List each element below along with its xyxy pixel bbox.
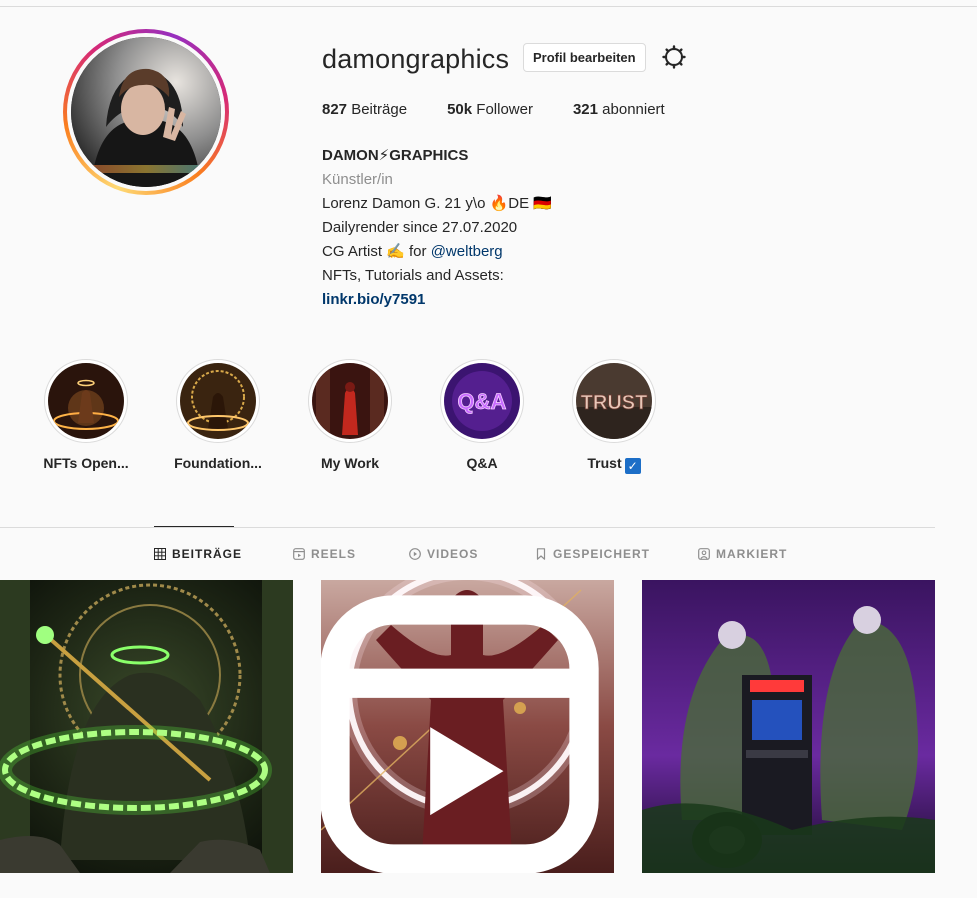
- reels-icon: [293, 548, 305, 560]
- bio-line-2: Dailyrender since 27.07.2020: [322, 219, 518, 236]
- bio-link[interactable]: linkr.bio/y7591: [322, 288, 552, 312]
- followers-label: Follower: [476, 101, 533, 118]
- highlight-qa[interactable]: Q&A Q&A: [432, 359, 532, 471]
- profile-avatar[interactable]: [63, 29, 229, 195]
- tab-saved[interactable]: GESPEICHERT: [535, 547, 650, 561]
- bookmark-icon: [536, 548, 546, 560]
- check-icon: ✓: [624, 458, 641, 474]
- highlight-image: [312, 363, 388, 439]
- tab-label: BEITRÄGE: [172, 547, 243, 561]
- highlight-label: Foundation...: [174, 455, 262, 471]
- highlight-label: Trust ✓: [564, 455, 664, 474]
- posts-label: Beiträge: [351, 101, 408, 118]
- highlight-label: NFTs Open...: [43, 455, 129, 471]
- highlight-image: Q&A: [444, 363, 520, 439]
- tagged-icon: [698, 548, 710, 560]
- bio-line-3: CG Artist ✍️ for @weltberg: [322, 240, 552, 264]
- post-thumbnail[interactable]: [0, 580, 293, 873]
- highlight-image: [180, 363, 256, 439]
- profile-stats: 827 Beiträge 50k Follower 321 abonniert: [322, 101, 705, 118]
- following-stat[interactable]: 321 abonniert: [573, 101, 665, 118]
- play-icon: [409, 548, 421, 560]
- tab-posts[interactable]: BEITRÄGE: [154, 547, 242, 561]
- avatar-image: [71, 37, 221, 187]
- highlight-image: TRUST: [576, 363, 652, 439]
- highlight-my-work[interactable]: My Work: [300, 359, 400, 471]
- reels-icon: [321, 595, 599, 873]
- mention-link[interactable]: @weltberg: [431, 243, 503, 260]
- highlight-image-text: TRUST: [581, 392, 648, 414]
- tab-label: GESPEICHERT: [553, 547, 651, 561]
- profile-bio: DAMON⚡GRAPHICS Künstler/in Lorenz Damon …: [322, 144, 552, 312]
- post-thumbnail[interactable]: [642, 580, 935, 873]
- profile-username: damongraphics: [322, 44, 510, 74]
- posts-count: 827: [322, 101, 348, 118]
- tab-label: VIDEOS: [427, 547, 479, 561]
- highlight-nfts[interactable]: NFTs Open...: [36, 359, 136, 471]
- top-divider: [0, 6, 977, 7]
- tab-reels[interactable]: REELS: [293, 547, 356, 561]
- tabs-divider: [0, 527, 935, 528]
- highlight-image-text: Q&A: [458, 389, 507, 414]
- tab-tagged[interactable]: MARKIERT: [698, 547, 787, 561]
- bio-line-4: NFTs, Tutorials and Assets:: [322, 267, 504, 284]
- followers-stat[interactable]: 50k Follower: [447, 101, 533, 118]
- following-count: 321: [572, 101, 598, 118]
- highlight-label: My Work: [320, 455, 380, 471]
- bio-line-3-text: CG Artist ✍️ for: [322, 243, 431, 260]
- edit-profile-button[interactable]: Profil bearbeiten: [523, 43, 646, 72]
- category-label: Künstler/in: [322, 171, 393, 188]
- post-thumbnail[interactable]: [321, 580, 614, 873]
- highlight-trust[interactable]: TRUST Trust ✓: [564, 359, 664, 474]
- tab-label: MARKIERT: [716, 547, 788, 561]
- followers-count: 50k: [447, 101, 473, 118]
- tab-videos[interactable]: VIDEOS: [409, 547, 478, 561]
- highlight-label-text: Trust: [587, 455, 622, 471]
- bio-line-1: Lorenz Damon G. 21 y\o 🔥DE 🇩🇪: [322, 195, 552, 212]
- following-label: abonniert: [602, 101, 665, 118]
- highlight-label: Q&A: [466, 455, 498, 471]
- highlight-image: [48, 363, 124, 439]
- highlight-foundation[interactable]: Foundation...: [168, 359, 268, 471]
- gear-icon[interactable]: [662, 45, 686, 69]
- tab-label: REELS: [311, 547, 357, 561]
- active-tab-indicator: [154, 526, 234, 527]
- posts-stat: 827 Beiträge: [322, 101, 407, 118]
- display-name: DAMON⚡GRAPHICS: [322, 147, 469, 164]
- grid-icon: [154, 548, 166, 560]
